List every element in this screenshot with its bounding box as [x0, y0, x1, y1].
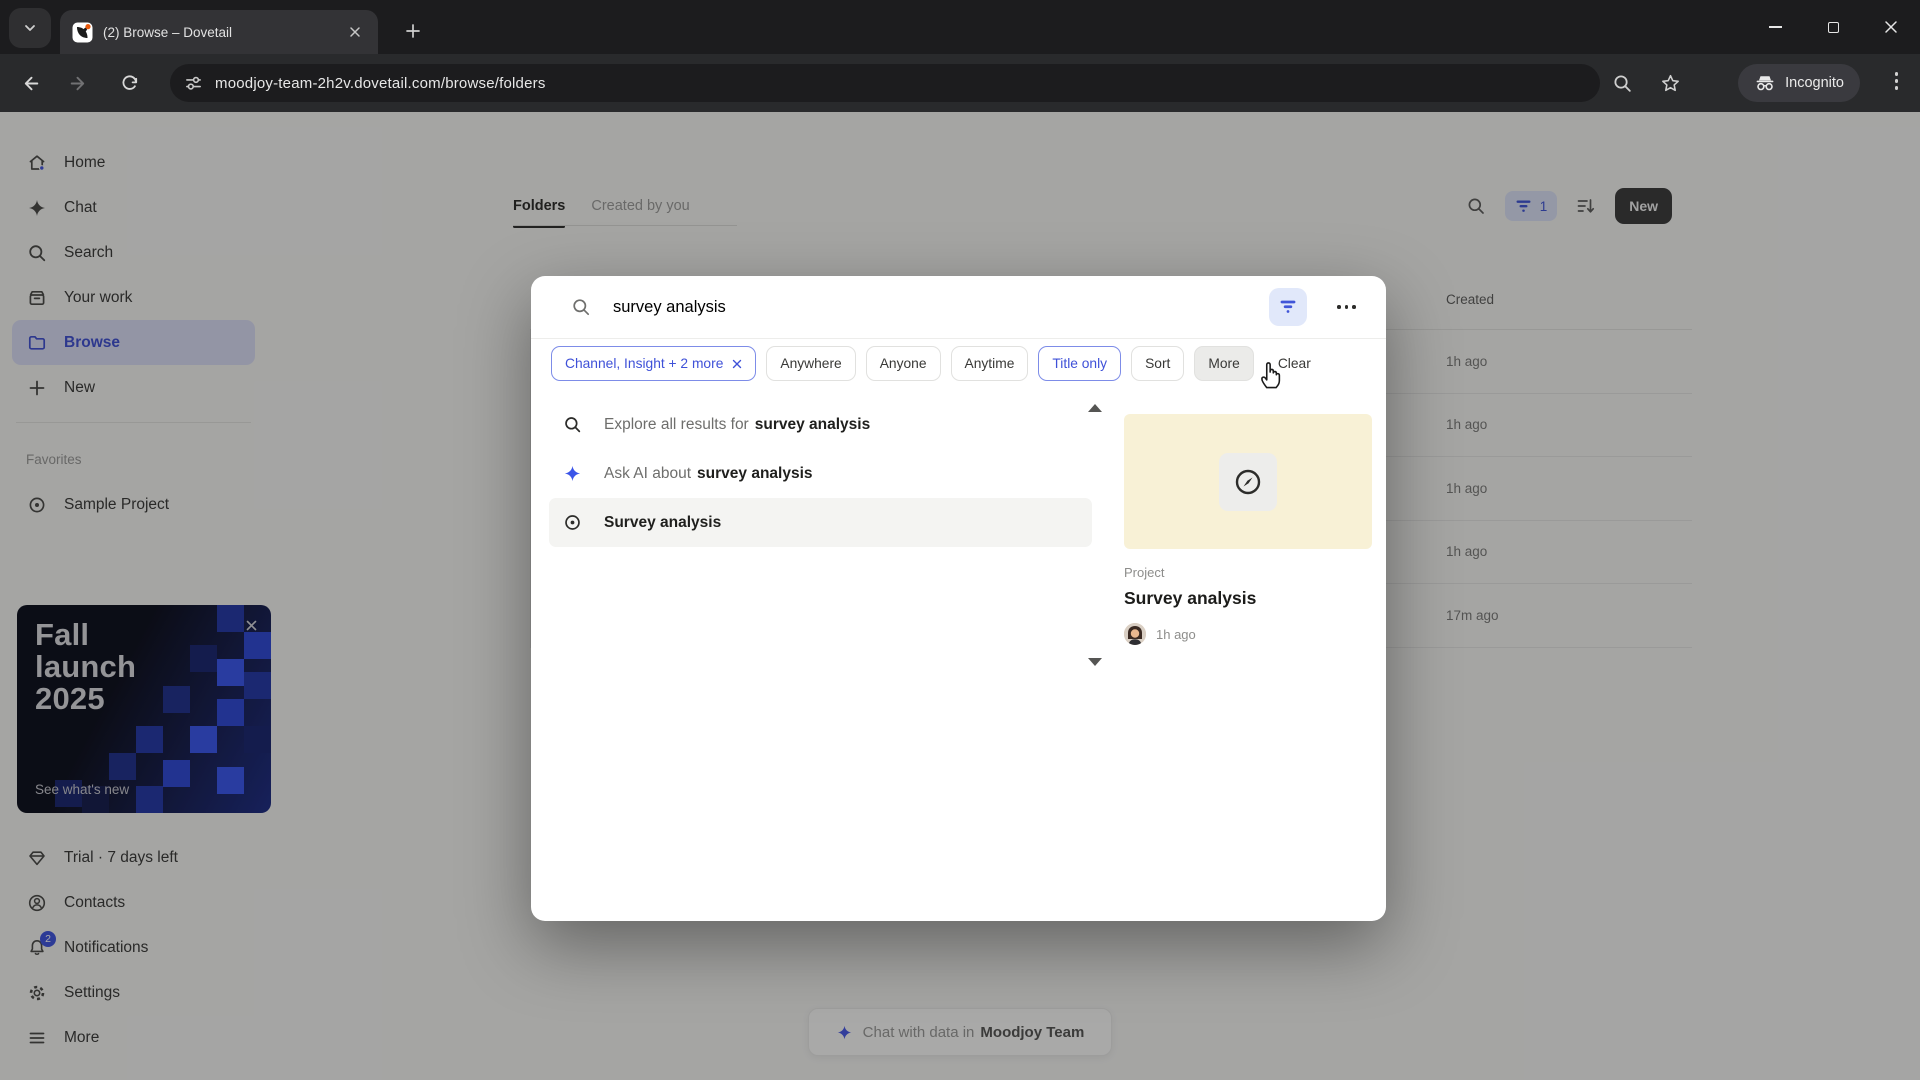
- chip-label: Channel, Insight + 2 more: [565, 356, 724, 371]
- url-bar[interactable]: moodjoy-team-2h2v.dovetail.com/browse/fo…: [170, 64, 1600, 102]
- filter-chip-title-only[interactable]: Title only: [1038, 346, 1122, 381]
- result-query: survey analysis: [754, 415, 871, 433]
- modal-search-input[interactable]: [613, 297, 1248, 317]
- minimize-button[interactable]: [1746, 0, 1804, 54]
- result-ask-ai[interactable]: Ask AI about survey analysis: [549, 449, 1092, 498]
- result-prefix: Explore all results for: [604, 415, 749, 433]
- filter-icon: [1280, 300, 1296, 313]
- close-button[interactable]: [1862, 0, 1920, 54]
- new-tab-button[interactable]: [396, 14, 430, 48]
- result-explore-all[interactable]: Explore all results for survey analysis: [549, 400, 1092, 449]
- back-button[interactable]: [10, 63, 50, 103]
- search-icon: [565, 417, 581, 433]
- mouse-cursor: [1256, 356, 1286, 395]
- result-survey-analysis[interactable]: Survey analysis: [549, 498, 1092, 547]
- filter-chip-anytime[interactable]: Anytime: [950, 346, 1029, 381]
- url-text: moodjoy-team-2h2v.dovetail.com/browse/fo…: [215, 74, 546, 92]
- modal-divider: [531, 338, 1386, 339]
- filter-chip-sort[interactable]: Sort: [1131, 346, 1185, 381]
- target-icon: [565, 515, 580, 530]
- search-icon: [573, 299, 590, 316]
- incognito-badge: Incognito: [1738, 64, 1860, 102]
- tab-title: (2) Browse – Dovetail: [103, 24, 233, 40]
- dovetail-favicon: [72, 22, 93, 42]
- result-title: Survey analysis: [604, 513, 722, 531]
- filter-chip-anywhere[interactable]: Anywhere: [766, 346, 856, 381]
- filter-chip-anyone[interactable]: Anyone: [865, 346, 941, 381]
- search-tabs-icon[interactable]: [1610, 71, 1634, 95]
- tab-search-button[interactable]: [9, 8, 51, 48]
- maximize-button[interactable]: [1804, 0, 1862, 54]
- chevron-down-icon: [25, 25, 35, 31]
- app-page: Home Chat Search Your work Browse New Fa…: [0, 112, 1920, 1080]
- compass-icon: [1235, 469, 1261, 494]
- window-controls: [1746, 0, 1920, 54]
- tab-close-icon[interactable]: [344, 21, 366, 43]
- browser-toolbar: moodjoy-team-2h2v.dovetail.com/browse/fo…: [0, 54, 1920, 112]
- filter-chip-more[interactable]: More: [1194, 346, 1254, 381]
- modal-filter-button[interactable]: [1269, 288, 1308, 326]
- screen: (2) Browse – Dovetail moodjoy-team-2h2v.…: [0, 0, 1920, 1080]
- incognito-icon: [1756, 76, 1774, 91]
- forward-button[interactable]: [58, 63, 98, 103]
- result-preview: Project Survey analysis 1h ago: [1124, 414, 1372, 645]
- browser-tab[interactable]: (2) Browse – Dovetail: [60, 10, 378, 54]
- reload-button[interactable]: [110, 63, 150, 103]
- result-query: survey analysis: [697, 464, 813, 482]
- preview-time: 1h ago: [1156, 626, 1196, 642]
- filter-chip-types[interactable]: Channel, Insight + 2 more: [551, 346, 757, 381]
- bookmark-star-icon[interactable]: [1658, 71, 1682, 95]
- preview-type-label: Project: [1124, 565, 1165, 580]
- scroll-down-icon[interactable]: [1088, 658, 1102, 666]
- scroll-up-icon[interactable]: [1088, 404, 1102, 412]
- modal-more-options-icon[interactable]: [1329, 305, 1364, 309]
- preview-thumbnail[interactable]: [1124, 414, 1372, 549]
- browser-tabstrip: (2) Browse – Dovetail: [0, 0, 1920, 54]
- preview-title: Survey analysis: [1124, 588, 1257, 608]
- remove-icon[interactable]: [732, 359, 742, 369]
- incognito-label: Incognito: [1785, 75, 1844, 91]
- browser-menu-icon[interactable]: [1894, 72, 1898, 90]
- avatar: [1124, 623, 1146, 645]
- search-results: Explore all results for survey analysis A…: [549, 400, 1092, 547]
- result-prefix: Ask AI about: [604, 464, 692, 482]
- sparkle-icon: [564, 465, 581, 482]
- site-settings-icon[interactable]: [184, 74, 203, 93]
